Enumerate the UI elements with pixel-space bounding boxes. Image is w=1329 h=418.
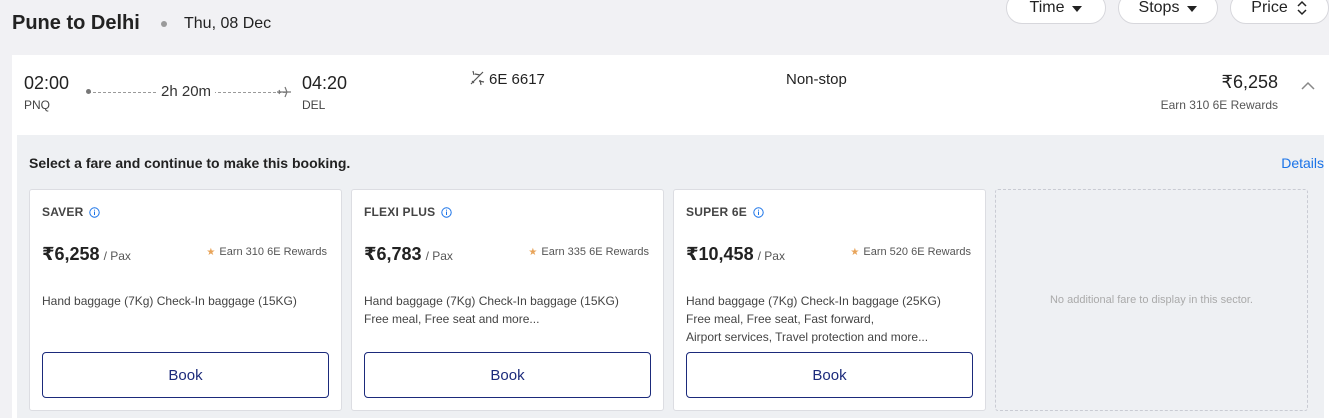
fare-rewards: ★ Earn 520 6E Rewards	[850, 246, 971, 258]
stops-info: Non-stop	[786, 71, 847, 88]
fare-description: Hand baggage (7Kg) Check-In baggage (25K…	[686, 292, 976, 346]
flight-duration: 2h 20m	[157, 83, 216, 100]
flight-price: ₹6,258	[1221, 72, 1279, 92]
sort-stops-label: Stops	[1138, 0, 1180, 16]
caret-down-icon	[1187, 6, 1198, 12]
fare-desc-line: Hand baggage (7Kg) Check-In baggage (15K…	[364, 294, 619, 308]
sort-time-button[interactable]: Time	[1006, 0, 1106, 24]
fare-name: FLEXI PLUS	[364, 205, 453, 219]
fare-description: Hand baggage (7Kg) Check-In baggage (15K…	[364, 292, 654, 328]
caret-down-icon	[1072, 6, 1083, 12]
fare-description: Hand baggage (7Kg) Check-In baggage (15K…	[42, 292, 332, 310]
info-icon[interactable]	[753, 206, 764, 218]
empty-fare-slot: No additional fare to display in this se…	[995, 189, 1308, 411]
info-icon[interactable]	[89, 206, 101, 218]
fare-desc-line: Hand baggage (7Kg) Check-In baggage (15K…	[42, 294, 297, 308]
airplane-icon	[470, 70, 485, 86]
info-icon[interactable]	[441, 206, 453, 218]
pax-label: / Pax	[757, 249, 785, 263]
fare-desc-line: Free meal, Free seat, Fast forward,	[686, 312, 875, 326]
sort-updown-icon	[1297, 0, 1307, 16]
origin-dot	[86, 89, 91, 94]
separator-dot	[161, 21, 167, 27]
star-icon: ★	[528, 246, 538, 258]
arrival-code: DEL	[302, 98, 326, 112]
flight-card[interactable]: 02:00 PNQ 2h 20m 04:20 DEL 6E 6617 Non-s…	[12, 55, 1329, 418]
chevron-up-icon[interactable]	[1300, 81, 1316, 91]
star-icon: ★	[206, 246, 216, 258]
fare-name: SAVER	[42, 205, 101, 219]
route-date: Thu, 08 Dec	[184, 15, 272, 32]
fare-rewards: ★ Earn 335 6E Rewards	[528, 246, 649, 258]
fare-name-label: SUPER 6E	[686, 205, 747, 219]
fare-card-saver: SAVER ₹6,258/ Pax ★ Earn 310 6E Rewards …	[29, 189, 342, 411]
pax-label: / Pax	[103, 249, 131, 263]
fare-price: ₹10,458/ Pax	[686, 244, 785, 265]
fare-rewards-label: Earn 335 6E Rewards	[541, 246, 649, 258]
flight-results: Pune to Delhi Thu, 08 Dec Time Stops Pri…	[0, 0, 1329, 418]
fare-desc-line: Free meal, Free seat and more...	[364, 312, 540, 326]
fare-price-value: ₹10,458	[686, 244, 754, 264]
fare-price: ₹6,783/ Pax	[364, 244, 453, 265]
book-button[interactable]: Book	[686, 352, 973, 398]
departure-code: PNQ	[24, 98, 51, 112]
star-icon: ★	[850, 246, 860, 258]
route-title: Pune to Delhi	[12, 12, 140, 34]
fare-desc-line: Airport services, Travel protection and …	[686, 330, 929, 344]
fare-card-flexi-plus: FLEXI PLUS ₹6,783/ Pax ★ Earn 335 6E Rew…	[351, 189, 664, 411]
fare-name-label: FLEXI PLUS	[364, 205, 436, 219]
fare-rewards-label: Earn 520 6E Rewards	[863, 246, 971, 258]
fare-name: SUPER 6E	[686, 205, 764, 219]
fare-rewards-label: Earn 310 6E Rewards	[219, 246, 327, 258]
empty-fare-message: No additional fare to display in this se…	[1049, 294, 1253, 306]
sort-price-button[interactable]: Price	[1230, 0, 1329, 24]
arrival-time: 04:20	[302, 73, 348, 93]
departure-time: 02:00	[24, 73, 70, 93]
book-button[interactable]: Book	[364, 352, 651, 398]
sort-time-label: Time	[1029, 0, 1065, 16]
fare-prompt: Select a fare and continue to make this …	[29, 155, 351, 171]
sort-price-label: Price	[1251, 0, 1288, 16]
fare-price-value: ₹6,258	[42, 244, 100, 264]
fare-card-super-6e: SUPER 6E ₹10,458/ Pax ★ Earn 520 6E Rewa…	[673, 189, 986, 411]
details-link[interactable]: Details	[1281, 155, 1324, 171]
fare-desc-line: Hand baggage (7Kg) Check-In baggage (25K…	[686, 294, 941, 308]
fare-price: ₹6,258/ Pax	[42, 244, 131, 265]
flight-number: 6E 6617	[489, 71, 545, 88]
fare-name-label: SAVER	[42, 205, 84, 219]
pax-label: / Pax	[425, 249, 453, 263]
book-button[interactable]: Book	[42, 352, 329, 398]
fare-price-value: ₹6,783	[364, 244, 422, 264]
fare-rewards: ★ Earn 310 6E Rewards	[206, 246, 327, 258]
fare-panel: Select a fare and continue to make this …	[17, 135, 1324, 418]
flight-rewards: Earn 310 6E Rewards	[1160, 98, 1278, 112]
sort-stops-button[interactable]: Stops	[1118, 0, 1218, 24]
plane-icon	[277, 86, 291, 98]
